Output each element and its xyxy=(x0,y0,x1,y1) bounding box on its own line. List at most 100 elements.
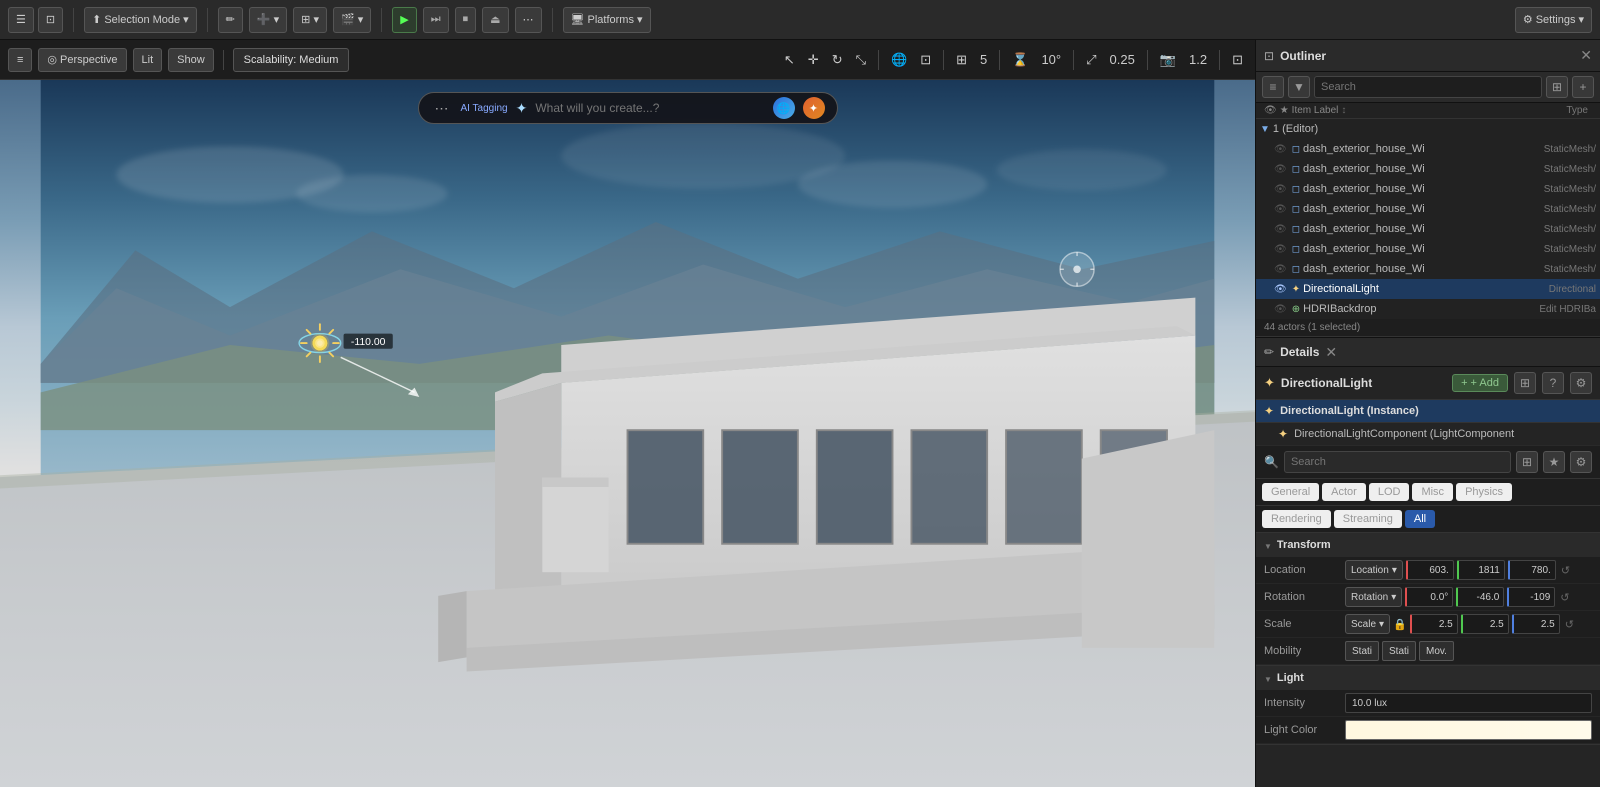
component-help-btn[interactable]: ? xyxy=(1542,372,1564,394)
add-actor-btn[interactable]: ➕ ▾ xyxy=(249,7,287,33)
hamburger-btn[interactable]: ☰ xyxy=(8,7,34,33)
location-reset-btn[interactable]: ↺ xyxy=(1559,564,1572,577)
tree-item-0[interactable]: 👁 ◻ dash_exterior_house_Wi StaticMesh/ xyxy=(1256,139,1600,159)
tree-item-3[interactable]: 👁 ◻ dash_exterior_house_Wi StaticMesh/ xyxy=(1256,199,1600,219)
intensity-value[interactable]: 10.0 lux xyxy=(1345,693,1592,713)
rotation-dropdown[interactable]: Rotation ▾ xyxy=(1345,587,1402,607)
outliner-view-btn[interactable]: ▼ xyxy=(1288,76,1310,98)
maximize-btn[interactable]: ⊡ xyxy=(1228,50,1247,70)
scale-x-input[interactable] xyxy=(1410,614,1458,634)
actor-group-item[interactable]: ▼ 1 (Editor) xyxy=(1256,119,1600,139)
details-search-input[interactable] xyxy=(1284,451,1511,473)
next-frame-btn[interactable]: ⏭ xyxy=(423,7,449,33)
more-options-btn[interactable]: ⋯ xyxy=(515,7,542,33)
selection-mode-btn[interactable]: ⬆ Selection Mode ▾ xyxy=(84,7,197,33)
perspective-btn[interactable]: ◎ Perspective xyxy=(38,48,126,72)
tree-item-hdri[interactable]: 👁 ⊕ HDRIBackdrop Edit HDRIBa xyxy=(1256,299,1600,319)
outliner-tree[interactable]: ▼ 1 (Editor) 👁 ◻ dash_exterior_house_Wi … xyxy=(1256,119,1600,319)
hamburger-vp-btn[interactable]: ≡ xyxy=(8,48,32,72)
tab-all[interactable]: All xyxy=(1405,510,1435,528)
layout-btn[interactable]: ⊞ ▾ xyxy=(293,7,327,33)
select-tool-btn[interactable]: ↖ xyxy=(780,50,799,70)
location-x-input[interactable] xyxy=(1406,560,1454,580)
outliner-header: ⊡ Outliner ✕ xyxy=(1256,40,1600,72)
scale-dropdown-icon: ▾ xyxy=(1379,619,1384,630)
add-component-btn[interactable]: + + Add xyxy=(1452,374,1508,392)
rotate-tool-btn[interactable]: ↻ xyxy=(828,50,847,70)
move-tool-btn[interactable]: ✛ xyxy=(804,50,823,70)
details-star-btn[interactable]: ★ xyxy=(1543,451,1565,473)
tab-physics[interactable]: Physics xyxy=(1456,483,1512,501)
location-dropdown-icon: ▾ xyxy=(1392,565,1397,576)
tab-streaming[interactable]: Streaming xyxy=(1334,510,1402,528)
snap-btn[interactable]: ⤢ xyxy=(1082,50,1100,70)
scale-y-input[interactable] xyxy=(1461,614,1509,634)
light-color-swatch[interactable] xyxy=(1345,720,1592,740)
rotation-z-input[interactable] xyxy=(1507,587,1555,607)
scale-z-input[interactable] xyxy=(1512,614,1560,634)
surface-btn[interactable]: ⊡ xyxy=(916,50,935,70)
details-settings-btn[interactable]: ⚙ xyxy=(1570,451,1592,473)
stop-btn[interactable]: ⏹ xyxy=(455,7,477,33)
outliner-add-btn[interactable]: + xyxy=(1572,76,1594,98)
details-close-btn[interactable]: ✕ xyxy=(1325,344,1337,361)
tree-item-2[interactable]: 👁 ◻ dash_exterior_house_Wi StaticMesh/ xyxy=(1256,179,1600,199)
play-btn[interactable]: ▶ xyxy=(392,7,416,33)
tab-lod[interactable]: LOD xyxy=(1369,483,1410,501)
tree-item-4[interactable]: 👁 ◻ dash_exterior_house_Wi StaticMesh/ xyxy=(1256,219,1600,239)
outliner-close-btn[interactable]: ✕ xyxy=(1580,47,1592,64)
transform-title: Transform xyxy=(1277,539,1331,551)
tree-item-5[interactable]: 👁 ◻ dash_exterior_house_Wi StaticMesh/ xyxy=(1256,239,1600,259)
rotation-x-input[interactable] xyxy=(1405,587,1453,607)
ai-menu-btn[interactable]: ⋯ xyxy=(431,98,453,119)
viewport[interactable]: ≡ ◎ Perspective Lit Show Scalability: Me… xyxy=(0,40,1255,787)
eject-btn[interactable]: ⏏ xyxy=(482,7,508,33)
show-btn[interactable]: Show xyxy=(168,48,214,72)
details-grid-btn[interactable]: ⊞ xyxy=(1516,451,1538,473)
transform-header[interactable]: Transform xyxy=(1256,533,1600,557)
tab-rendering[interactable]: Rendering xyxy=(1262,510,1331,528)
tab-misc[interactable]: Misc xyxy=(1412,483,1453,501)
tab-actor[interactable]: Actor xyxy=(1322,483,1366,501)
light-section-header[interactable]: Light xyxy=(1256,666,1600,690)
mobility-movable-btn[interactable]: Mov. xyxy=(1419,641,1454,661)
source-control-btn[interactable]: ⊡ xyxy=(38,7,63,33)
ai-spark-icon[interactable]: ✦ xyxy=(803,97,825,119)
scalability-btn[interactable]: Scalability: Medium xyxy=(233,48,350,72)
rotation-reset-btn[interactable]: ↺ xyxy=(1558,591,1571,604)
angle-btn[interactable]: ⌛ xyxy=(1008,50,1032,70)
scale-tool-btn[interactable]: ⤡ xyxy=(852,50,870,70)
mobility-static-btn[interactable]: Stati xyxy=(1345,641,1379,661)
settings-btn[interactable]: ⚙ Settings ▾ xyxy=(1515,7,1592,33)
viewport-scene[interactable]: -110.00 xyxy=(0,80,1255,787)
platforms-btn[interactable]: 🖥 Platforms ▾ xyxy=(563,7,651,33)
outliner-search-input[interactable] xyxy=(1314,76,1542,98)
ai-search-input[interactable] xyxy=(535,101,764,115)
location-dropdown[interactable]: Location ▾ xyxy=(1345,560,1403,580)
scale-dropdown[interactable]: Scale ▾ xyxy=(1345,614,1390,634)
tree-item-6[interactable]: 👁 ◻ dash_exterior_house_Wi StaticMesh/ xyxy=(1256,259,1600,279)
lit-btn[interactable]: Lit xyxy=(133,48,163,72)
mobility-stationary-btn[interactable]: Stati xyxy=(1382,641,1416,661)
grid-btn[interactable]: ⊞ xyxy=(952,50,971,70)
pen-tool-btn[interactable]: ✏ xyxy=(218,7,243,33)
location-z-input[interactable] xyxy=(1508,560,1556,580)
instance-row[interactable]: ✦ DirectionalLight (Instance) xyxy=(1256,400,1600,423)
mesh-icon-2: ◻ xyxy=(1292,184,1300,195)
ai-globe-icon[interactable]: 🌐 xyxy=(773,97,795,119)
tab-general[interactable]: General xyxy=(1262,483,1319,501)
sub-instance-row[interactable]: ✦ DirectionalLightComponent (LightCompon… xyxy=(1256,423,1600,446)
rotation-y-input[interactable] xyxy=(1456,587,1504,607)
tree-item-directional-light[interactable]: 👁 ✦ DirectionalLight Directional xyxy=(1256,279,1600,299)
location-y-input[interactable] xyxy=(1457,560,1505,580)
outliner-filter-btn[interactable]: ≡ xyxy=(1262,76,1284,98)
globe-btn[interactable]: 🌐 xyxy=(887,50,911,70)
outliner-settings-btn[interactable]: ⊞ xyxy=(1546,76,1568,98)
component-settings-btn[interactable]: ⚙ xyxy=(1570,372,1592,394)
sequencer-btn[interactable]: 🎬 ▾ xyxy=(333,7,371,33)
component-grid-btn[interactable]: ⊞ xyxy=(1514,372,1536,394)
location-dropdown-label: Location xyxy=(1351,565,1389,576)
scale-reset-btn[interactable]: ↺ xyxy=(1563,618,1576,631)
tree-item-1[interactable]: 👁 ◻ dash_exterior_house_Wi StaticMesh/ xyxy=(1256,159,1600,179)
cam-speed-btn[interactable]: 📷 xyxy=(1156,50,1180,70)
